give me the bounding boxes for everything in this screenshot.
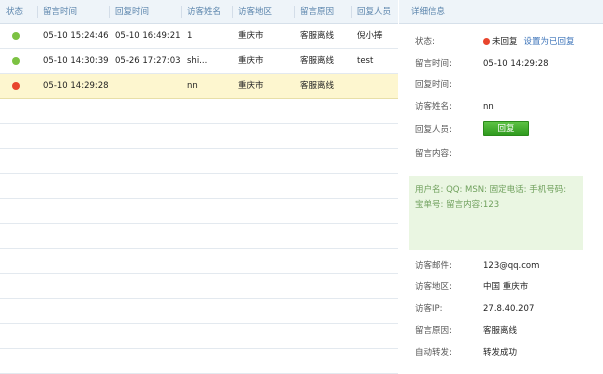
- detail-ip-row: 访客IP: 27.8.40.207: [399, 301, 603, 317]
- visitor-name-value: nn: [483, 102, 494, 112]
- column-header-reply-staff[interactable]: 回复人员: [350, 0, 391, 24]
- status-dot-icon: [12, 32, 20, 40]
- empty-row: [0, 149, 398, 174]
- detail-panel-title: 详细信息: [399, 0, 603, 24]
- reply-time-label: 回复时间:: [415, 80, 452, 90]
- status-dot-icon: [12, 82, 20, 90]
- message-rows: 05-10 15:24:46 05-10 16:49:21 1 重庆市 客服离线…: [0, 24, 398, 374]
- message-content-label: 留言内容:: [415, 149, 452, 159]
- detail-region-row: 访客地区: 中国 重庆市: [399, 279, 603, 295]
- reply-staff-label: 回复人员:: [415, 125, 452, 135]
- message-reason-cell: 客服离线: [300, 31, 335, 41]
- message-reason-cell: 客服离线: [300, 81, 335, 91]
- visitor-info-box: 用户名: QQ: MSN: 固定电话: 手机号码: 宝单号: 留言内容:123: [409, 176, 583, 250]
- reply-button[interactable]: 回复: [483, 121, 529, 136]
- ip-value: 27.8.40.207: [483, 304, 535, 314]
- message-time-cell: 05-10 15:24:46: [43, 31, 109, 41]
- reply-staff-cell: test: [357, 56, 374, 66]
- column-header-status[interactable]: 状态: [6, 0, 23, 24]
- column-header-reply-time[interactable]: 回复时间: [108, 0, 149, 24]
- empty-row: [0, 124, 398, 149]
- visitor-name-cell: nn: [187, 81, 198, 91]
- status-label: 状态:: [415, 37, 435, 47]
- empty-row: [0, 199, 398, 224]
- reply-time-cell: 05-10 16:49:21: [115, 31, 181, 41]
- column-header-message-time[interactable]: 留言时间: [36, 0, 77, 24]
- table-row[interactable]: 05-10 14:30:39 05-26 17:27:03 shi... 重庆市…: [0, 49, 398, 74]
- status-dot-icon: [483, 37, 490, 45]
- ip-label: 访客IP:: [415, 304, 443, 314]
- status-dot-icon: [12, 57, 20, 65]
- visitor-name-label: 访客姓名:: [415, 102, 452, 112]
- detail-email-row: 访客邮件: 123@qq.com: [399, 258, 603, 274]
- message-list-header: 状态 留言时间 回复时间 访客姓名 访客地区 留言原因 回复人员: [0, 0, 398, 24]
- region-label: 访客地区:: [415, 282, 452, 292]
- empty-row: [0, 349, 398, 374]
- empty-row: [0, 324, 398, 349]
- message-time-cell: 05-10 14:30:39: [43, 56, 109, 66]
- reply-time-cell: 05-26 17:27:03: [115, 56, 181, 66]
- detail-reason-row: 留言原因: 客服离线: [399, 323, 603, 339]
- reason-value: 客服离线: [483, 326, 518, 336]
- status-text: 未回复: [492, 37, 518, 47]
- visitor-region-cell: 重庆市: [238, 56, 264, 66]
- empty-row: [0, 274, 398, 299]
- set-replied-link[interactable]: 设置为已回复: [524, 37, 575, 47]
- reason-label: 留言原因:: [415, 326, 452, 336]
- table-row[interactable]: 05-10 15:24:46 05-10 16:49:21 1 重庆市 客服离线…: [0, 24, 398, 49]
- email-label: 访客邮件:: [415, 261, 452, 271]
- message-manager: 状态 留言时间 回复时间 访客姓名 访客地区 留言原因 回复人员 05-10 1…: [0, 0, 603, 374]
- message-time-label: 留言时间:: [415, 59, 452, 69]
- forward-value: 转发成功: [483, 348, 518, 358]
- detail-reply-staff-row: 回复人员: 回复: [399, 121, 603, 138]
- table-row[interactable]: 05-10 14:29:28 nn 重庆市 客服离线: [0, 74, 398, 99]
- detail-status-row: 状态: 未回复 设置为已回复: [399, 34, 603, 50]
- visitor-name-cell: 1: [187, 31, 193, 41]
- empty-row: [0, 299, 398, 324]
- message-reason-cell: 客服离线: [300, 56, 335, 66]
- visitor-region-cell: 重庆市: [238, 31, 264, 41]
- empty-row: [0, 99, 398, 124]
- column-header-message-reason[interactable]: 留言原因: [293, 0, 334, 24]
- email-value: 123@qq.com: [483, 261, 540, 271]
- message-time-cell: 05-10 14:29:28: [43, 81, 109, 91]
- empty-row: [0, 224, 398, 249]
- detail-reply-time-row: 回复时间:: [399, 77, 603, 93]
- region-value: 中国 重庆市: [483, 282, 529, 292]
- empty-row: [0, 249, 398, 274]
- detail-panel: 详细信息 状态: 未回复 设置为已回复 留言时间: 05-10 14:29:28 …: [399, 0, 603, 374]
- column-header-visitor-name[interactable]: 访客姓名: [180, 0, 221, 24]
- message-list: 状态 留言时间 回复时间 访客姓名 访客地区 留言原因 回复人员 05-10 1…: [0, 0, 398, 374]
- detail-message-content-row: 留言内容:: [399, 146, 603, 162]
- detail-forward-row: 自动转发: 转发成功: [399, 345, 603, 361]
- empty-row: [0, 174, 398, 199]
- visitor-region-cell: 重庆市: [238, 81, 264, 91]
- column-header-visitor-region[interactable]: 访客地区: [231, 0, 272, 24]
- forward-label: 自动转发:: [415, 348, 452, 358]
- status-value: 未回复 设置为已回复: [483, 34, 575, 50]
- detail-visitor-name-row: 访客姓名: nn: [399, 99, 603, 115]
- message-time-value: 05-10 14:29:28: [483, 59, 549, 69]
- detail-message-time-row: 留言时间: 05-10 14:29:28: [399, 56, 603, 72]
- visitor-name-cell: shi...: [187, 56, 208, 66]
- reply-staff-cell: 倪小捧: [357, 31, 383, 41]
